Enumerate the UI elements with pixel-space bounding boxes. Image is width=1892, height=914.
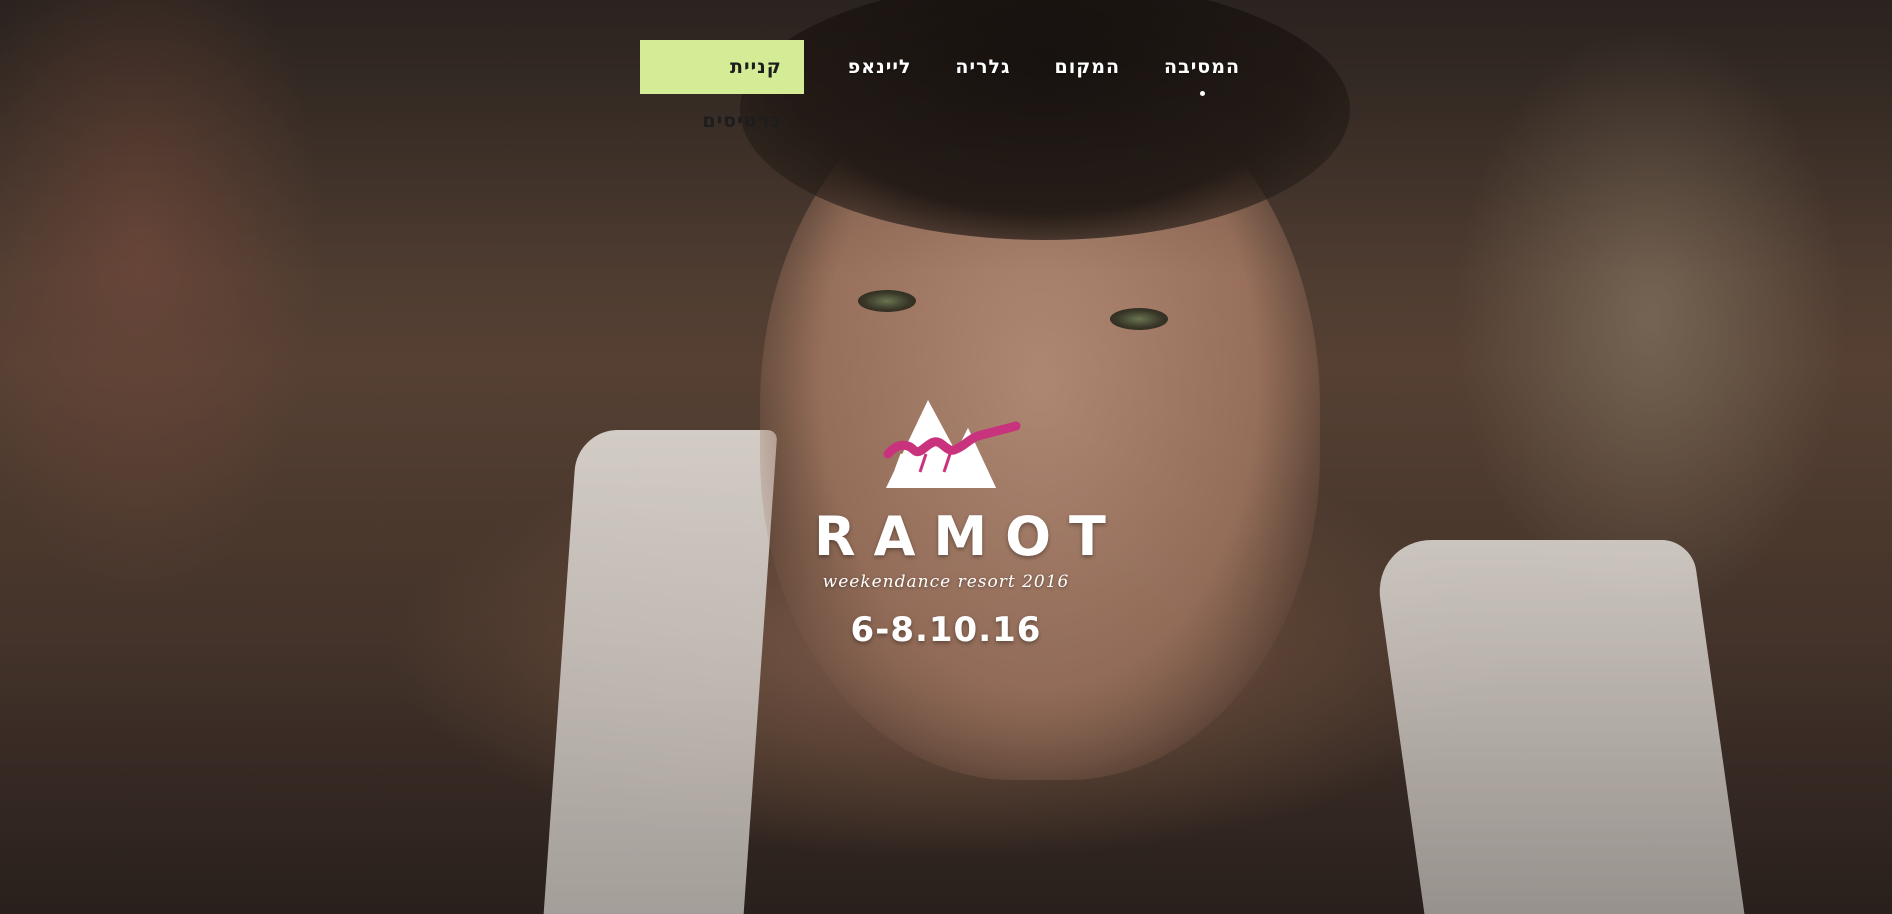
main-nav: המסיבה המקום גלריה ליינאפ קניית כרטיסים (640, 40, 1240, 132)
hero-section: המסיבה המקום גלריה ליינאפ קניית כרטיסים … (0, 0, 1892, 914)
event-dates: 6-8.10.16 (850, 610, 1042, 650)
mountains-logo-icon (883, 400, 1021, 488)
buy-tickets-button[interactable]: קניית כרטיסים (640, 40, 804, 132)
nav-item-party[interactable]: המסיבה (1164, 56, 1240, 96)
nav-item-gallery[interactable]: גלריה (955, 56, 1010, 78)
brand-name: RAMOT (814, 505, 1124, 568)
nav-item-lineup[interactable]: ליינאפ (848, 56, 912, 78)
brand-block: RAMOT weekendance resort 2016 6-8.10.16 (796, 392, 1124, 650)
nav-item-venue[interactable]: המקום (1055, 56, 1121, 78)
brand-tagline: weekendance resort 2016 (822, 572, 1070, 592)
